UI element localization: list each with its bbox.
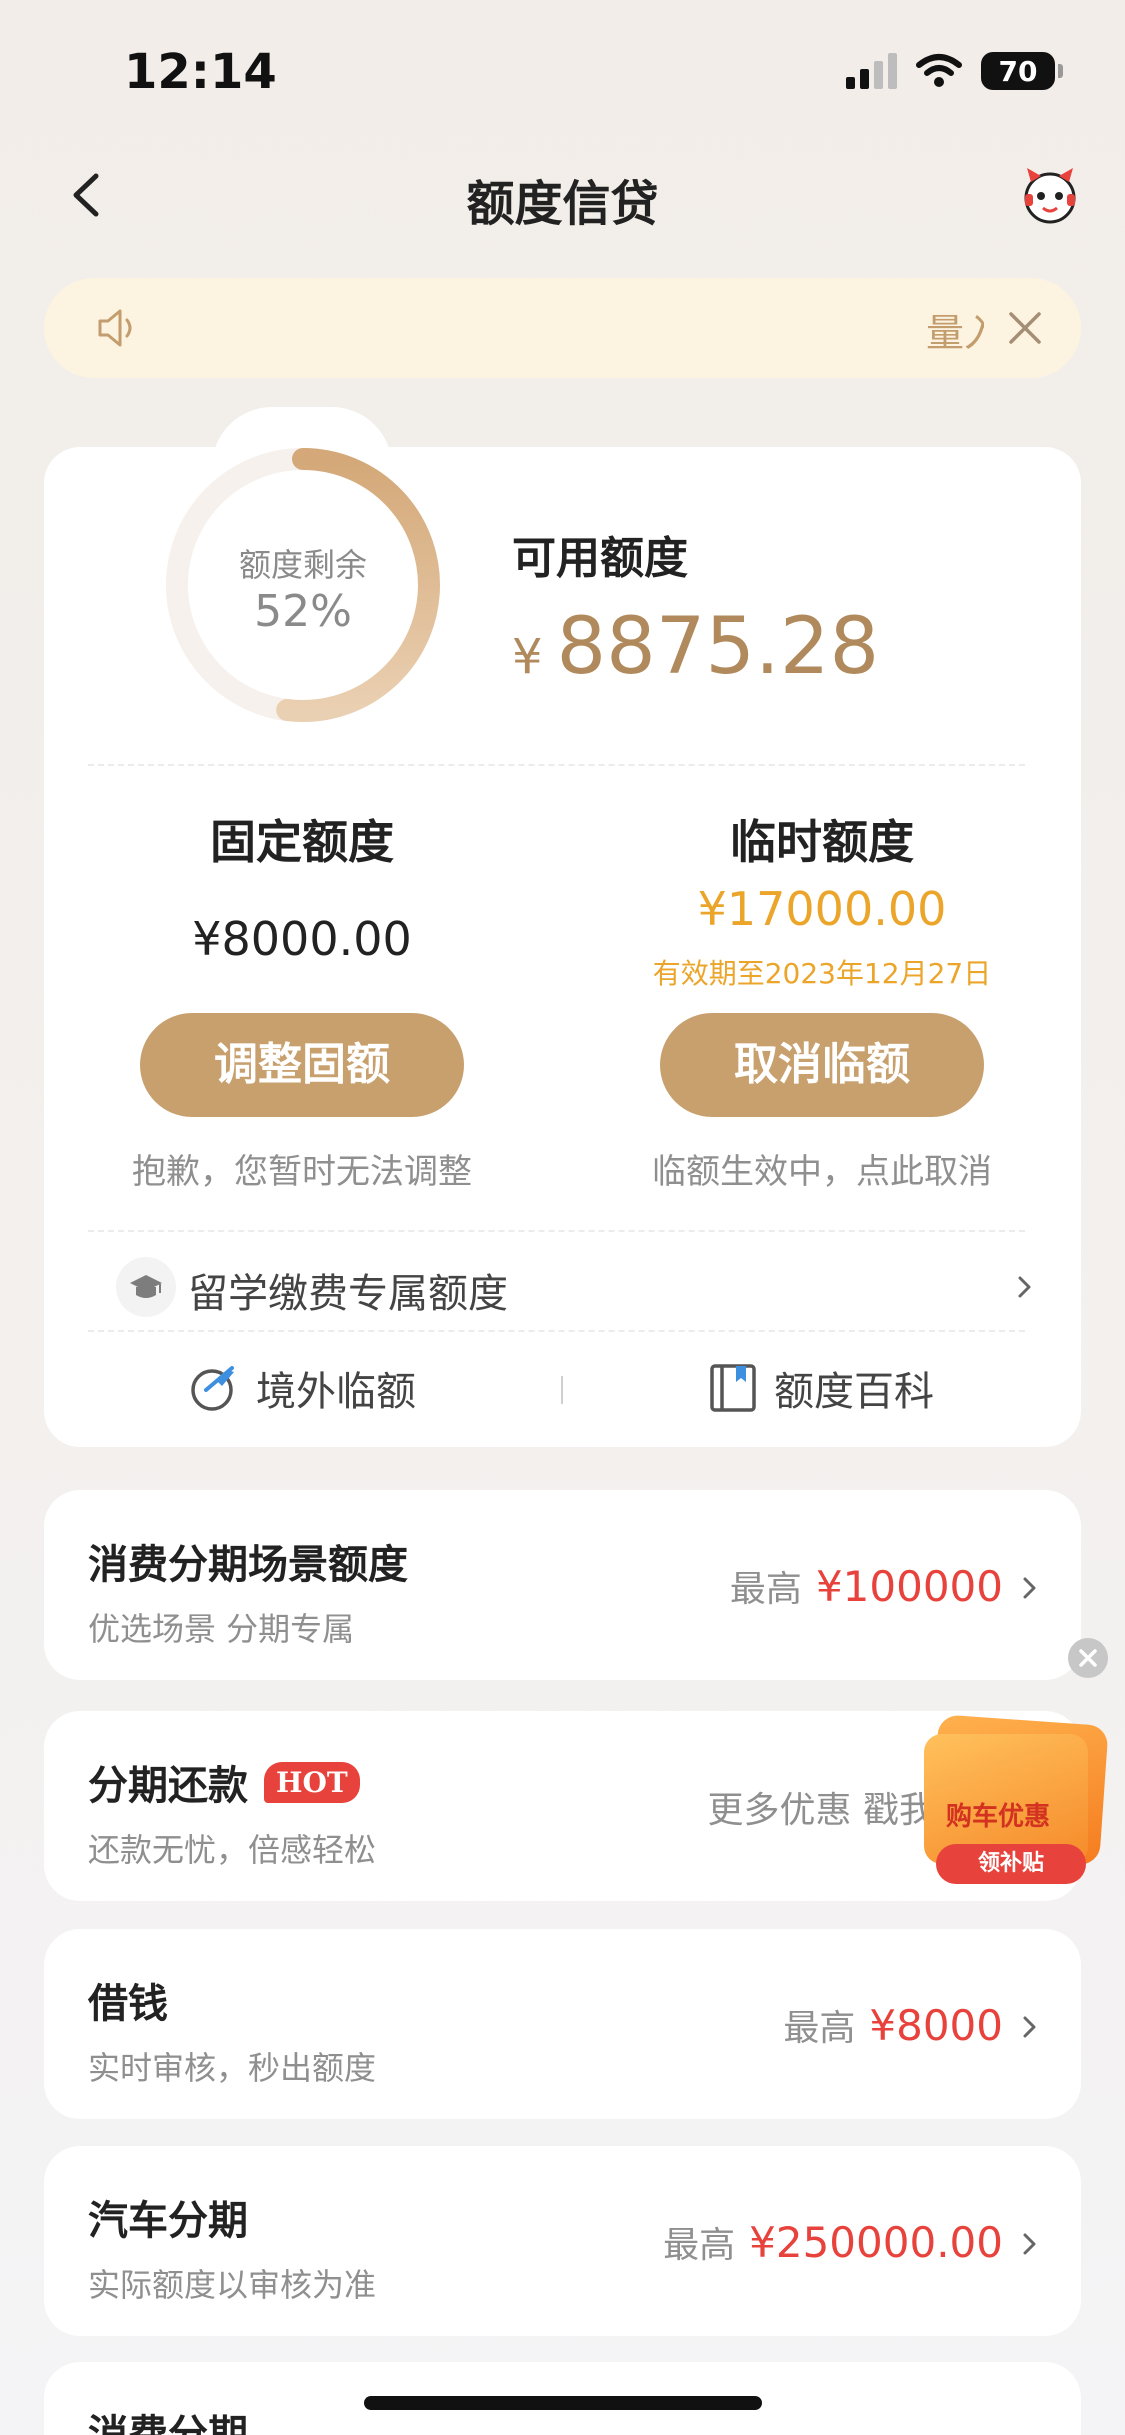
ring-percent: 52% [254,586,352,637]
fixed-quota-note: 抱歉，您暂时无法调整 [132,1152,472,1192]
divider [88,764,1025,766]
temp-quota-note[interactable]: 临额生效中，点此取消 [592,1144,1052,1193]
notice-text: 量入 [926,311,984,355]
link-separator [561,1376,563,1404]
fixed-quota-amount: ¥8000.00 [192,912,412,966]
row-title-text: 分期还款 [88,1763,248,1809]
fixed-quota-title: 固定额度 [210,815,394,869]
chevron-right-icon [1023,1577,1036,1599]
book-icon [710,1364,756,1412]
page-title: 额度信贷 [466,176,659,232]
claim-subsidy-button[interactable]: 领补贴 [936,1844,1086,1884]
quota-wiki-label: 额度百科 [774,1369,934,1415]
row-subtitle: 还款无忧，倍感轻松 [88,1831,377,1869]
chevron-right-icon [1018,1276,1031,1298]
close-icon[interactable] [1005,308,1045,348]
row-title-text: 汽车分期 [88,2198,248,2244]
wifi-icon [916,54,962,87]
row-title-text: 借钱 [88,1981,168,2027]
car-promo-widget[interactable]: 购车优惠 领补贴 [906,1700,1116,1890]
row-title: 消费分期 [88,2402,248,2435]
row-limit-prefix: 最高 [729,1569,802,1610]
row-title-text: 消费分期 [88,2412,248,2435]
row-title-text: 消费分期场景额度 [88,1542,408,1588]
adjust-fixed-button[interactable]: 调整固额 [140,1013,464,1117]
chevron-right-icon [1023,2233,1036,2255]
home-indicator [364,2396,762,2410]
row-limit: 最高 ¥100000 [730,1560,1003,1612]
currency-symbol: ¥ [512,629,543,685]
divider [88,1230,1025,1232]
chevron-right-icon [1023,2016,1036,2038]
ring-label: 额度剩余 [238,546,367,584]
status-time: 12:14 [124,44,277,100]
list-item[interactable]: 借钱 实时审核，秒出额度 最高 ¥8000 [44,1929,1081,2119]
row-limit: 最高 ¥8000 [783,1999,1003,2051]
row-title: 汽车分期 [88,2188,248,2246]
row-limit-value: ¥8000 [869,2001,1003,2050]
row-title: 消费分期场景额度 [88,1532,408,1590]
temp-quota-expiry: 有效期至2023年12月27日 [652,957,992,990]
promo-close-icon[interactable] [1068,1638,1108,1678]
overseas-temp-quota-label: 境外临额 [256,1369,416,1415]
temp-quota-title: 临时额度 [730,815,914,869]
row-limit-prefix: 最高 [783,2008,856,2049]
study-abroad-quota-row[interactable]: 留学缴费专属额度 [116,1255,1036,1319]
hot-badge: HOT [264,1761,360,1803]
promo-title: 购车优惠 [946,1802,1051,1832]
row-title: 借钱 [88,1971,168,2029]
graduation-cap-icon [116,1257,176,1317]
available-amount: ¥8875.28 [512,602,879,692]
row-subtitle: 实际额度以审核为准 [88,2266,377,2304]
row-limit-prefix: 最高 [663,2225,736,2266]
row-subtitle: 实时审核，秒出额度 [88,2049,377,2087]
row-limit-value: ¥100000 [815,1562,1003,1611]
row-promo-label: 更多优惠 戳我 [707,1790,935,1831]
temp-quota-amount: ¥17000.00 [697,882,947,936]
row-limit-value: ¥250000.00 [749,2218,1003,2267]
mascot-icon[interactable] [1019,164,1081,226]
quota-wiki-link[interactable]: 额度百科 [708,1360,934,1416]
study-abroad-quota-label: 留学缴费专属额度 [188,1271,508,1317]
overseas-temp-quota-link[interactable]: 境外临额 [188,1360,416,1416]
row-subtitle: 优选场景 分期专属 [88,1610,355,1648]
divider [88,1330,1025,1332]
list-item[interactable]: 汽车分期 实际额度以审核为准 最高 ¥250000.00 [44,2146,1081,2336]
status-bar: 12:14 70 [0,0,1125,140]
notice-bar[interactable]: 量入 [44,278,1081,378]
available-amount-value: 8875.28 [556,602,880,692]
row-title: 分期还款 HOT [88,1753,360,1811]
nav-bar: 额度信贷 [0,150,1125,240]
status-icons: 70 [846,52,1063,90]
cellular-signal-icon [846,53,897,89]
cancel-temp-button[interactable]: 取消临额 [660,1013,984,1117]
row-limit: 最高 ¥250000.00 [663,2216,1003,2268]
row-promo-text: 更多优惠 戳我 [708,1781,935,1833]
battery-indicator: 70 [981,52,1063,90]
list-item[interactable]: 消费分期场景额度 优选场景 分期专属 最高 ¥100000 [44,1490,1081,1680]
available-label: 可用额度 [512,533,688,584]
speaker-icon [98,309,132,347]
plane-globe-icon [191,1366,234,1411]
